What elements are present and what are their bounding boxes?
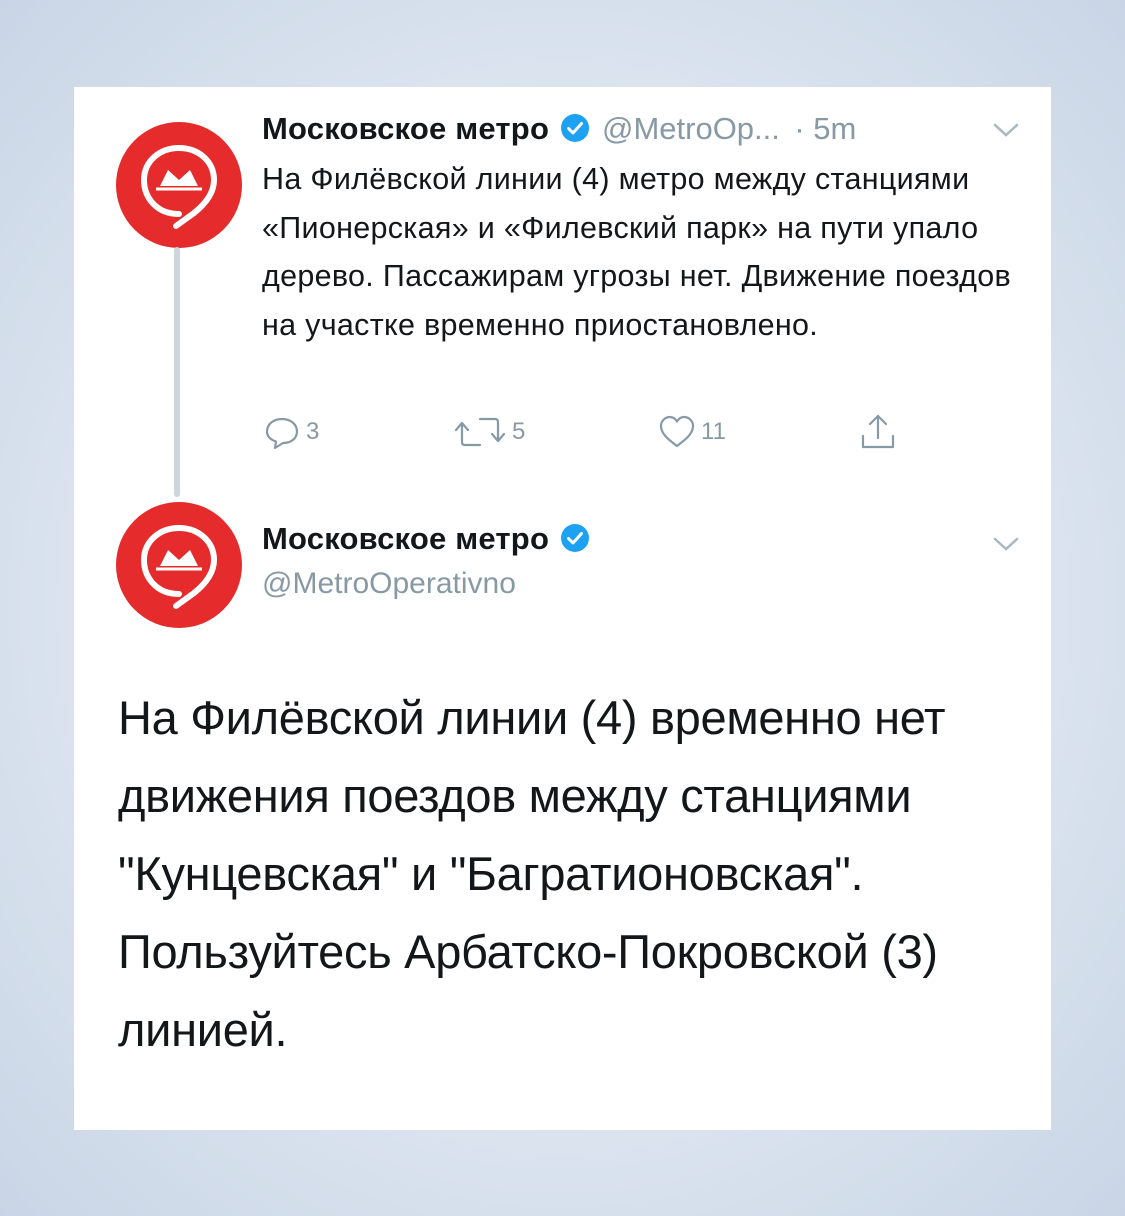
author-name[interactable]: Московское метро [262, 521, 549, 556]
like-button[interactable]: 11 [657, 407, 726, 457]
chevron-down-icon[interactable] [992, 535, 1020, 553]
share-button[interactable] [858, 407, 898, 457]
thread-connector-line [174, 247, 180, 497]
chevron-down-icon[interactable] [992, 121, 1020, 139]
retweet-count: 5 [512, 418, 526, 445]
tweet-1-text: На Филёвской линии (4) метро между станц… [262, 162, 1012, 342]
tweet-2-text: На Филёвской линии (4) временно нет движ… [118, 691, 946, 1056]
reply-count: 3 [306, 418, 320, 445]
tweet-time[interactable]: · 5m [794, 111, 856, 146]
reply-icon [265, 417, 299, 450]
retweet-button[interactable]: 5 [452, 407, 525, 457]
tweet-1-actions: 3 5 11 [262, 407, 1022, 457]
like-count: 11 [701, 418, 726, 445]
avatar-metro[interactable] [116, 502, 242, 628]
avatar-metro[interactable] [116, 122, 242, 248]
verified-icon [560, 523, 590, 571]
metro-logo-icon [140, 144, 218, 229]
author-handle[interactable]: @MetroOperativno [262, 567, 516, 601]
retweet-icon [454, 417, 506, 447]
like-icon [659, 415, 695, 448]
metro-logo-icon [140, 524, 218, 609]
share-icon [861, 414, 895, 449]
tweet-thread-card: Московское метро @MetroOp... · 5m На Фил… [74, 87, 1051, 1130]
author-name[interactable]: Московское метро [262, 111, 549, 146]
author-handle[interactable]: @MetroOp... [602, 111, 780, 146]
tweet-1-header: Московское метро @MetroOp... · 5m [262, 107, 856, 151]
verified-icon [560, 113, 590, 161]
reply-button[interactable]: 3 [262, 407, 319, 457]
